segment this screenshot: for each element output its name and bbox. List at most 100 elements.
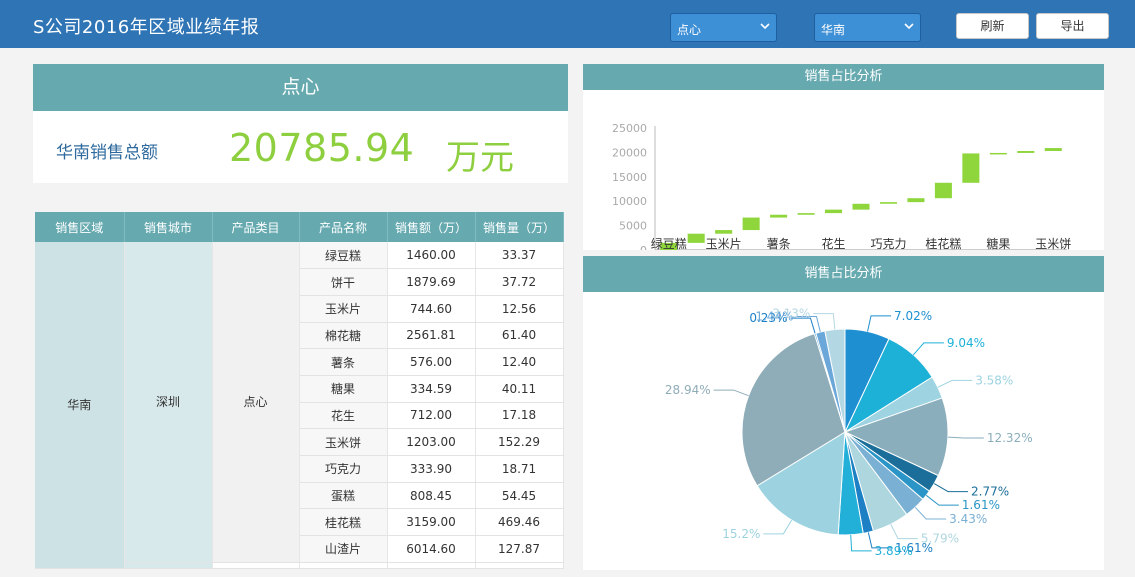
pie-leader-line [933,483,969,493]
summary-label: 华南销售总额 [56,143,158,163]
cell-quantity: 469.46 [475,508,564,537]
cell-product: 绿豆糕 [299,242,388,270]
cell-region: 华南 [35,242,125,569]
x-tick-label: 绿豆糕 [651,236,687,250]
x-tick-label: 巧克力 [870,237,906,250]
waterfall-bar [770,214,788,218]
y-tick-label: 25000 [612,122,647,135]
waterfall-bar [687,233,705,243]
waterfall-chart-title: 销售占比分析 [583,64,1104,90]
pie-slice-label: 9.04% [947,336,985,350]
pie-slice-label: 2.77% [971,485,1009,499]
export-button[interactable]: 导出 [1036,13,1109,39]
cell-quantity: 12.56 [475,295,564,323]
pie-slice-label: 3.13% [772,307,810,321]
cell-sales: 1879.69 [387,268,476,296]
pie-slice-label: 1.61% [962,498,1000,512]
region-select[interactable]: 华南 [814,13,921,42]
x-tick-label: 玉米饼 [1035,237,1071,250]
cell-quantity: 127.87 [475,535,564,563]
x-tick-label: 桂花糕 [925,236,961,250]
waterfall-bar [962,153,980,183]
pie-slice-label: 15.2% [722,527,760,541]
cell-product: 巧克力 [299,455,388,483]
cell-product: 棉花糖 [299,322,388,350]
table-body: 华南 深圳 点心 绿豆糕 1460.00 33.37 饼干 1879.69 37.72 玉米片 74… [35,242,564,569]
table-cell-empty [475,562,564,569]
cell-sales: 1460.00 [387,242,476,270]
waterfall-bar [742,217,760,231]
cell-quantity: 152.29 [475,428,564,456]
pie-slice-label: 3.43% [949,512,987,526]
summary-category-title: 点心 [33,64,568,111]
cell-category: 点心 [212,242,300,563]
pie-leader-line [912,342,944,356]
refresh-button[interactable]: 刷新 [956,13,1029,39]
y-tick-label: 5000 [619,220,647,233]
pie-slice-label: 12.32% [987,431,1033,445]
cell-sales: 744.60 [387,295,476,323]
cell-quantity: 37.72 [475,268,564,296]
waterfall-bar [1044,148,1062,151]
pie-leader-line [850,534,872,552]
waterfall-bar [934,182,952,199]
col-header-city: 销售城市 [124,212,213,242]
y-tick-label: 20000 [612,146,647,159]
pie-leader-line [937,379,973,388]
summary-card: 点心 华南销售总额 20785.94 万元 [33,64,568,183]
pie-slice-label: 3.58% [975,373,1013,387]
table-header-row: 销售区域 销售城市 产品类目 产品名称 销售额（万） 销售量（万） [35,212,564,242]
waterfall-bar [879,202,897,204]
cell-product: 糖果 [299,375,388,403]
cell-product: 饼干 [299,268,388,296]
cell-product: 蛋糕 [299,482,388,510]
waterfall-bar [1017,150,1035,153]
waterfall-bar [825,209,843,214]
waterfall-bar [989,152,1007,155]
col-header-sales: 销售额（万） [387,212,476,242]
pie-leader-line [947,436,984,439]
pie-leader-line [813,313,836,330]
top-bar: S公司2016年区域业绩年报 点心 华南 刷新 导出 [0,0,1135,48]
cell-quantity: 33.37 [475,242,564,270]
col-header-product: 产品名称 [299,212,388,242]
cell-sales: 3159.00 [387,508,476,537]
cell-product: 花生 [299,402,388,430]
waterfall-bar [715,230,733,234]
summary-unit: 万元 [446,138,514,178]
pie-slice-label: 7.02% [894,309,932,323]
pie-leader-line [890,524,918,540]
waterfall-chart: 0 5000 10000 15000 20000 25000 绿豆糕 玉米片 薯条 花生 巧克力 桂花… [612,122,1071,257]
waterfall-bar [797,213,815,215]
cell-sales: 2561.81 [387,322,476,350]
cell-product: 玉米片 [299,295,388,323]
table-cell-empty [299,562,388,569]
pie-leader-line [763,519,793,535]
cell-sales: 576.00 [387,348,476,376]
category-select[interactable]: 点心 [670,13,777,42]
waterfall-bar [852,203,870,210]
table-cell-empty [124,562,213,569]
col-header-region: 销售区域 [35,212,125,242]
pie-chart: 7.02%9.04%3.58%12.32%2.77%1.61%3.43%5.79… [665,307,1033,558]
cell-quantity: 54.45 [475,482,564,510]
cell-quantity: 12.40 [475,348,564,376]
x-tick-label: 薯条 [767,237,791,250]
waterfall-chart-panel: 销售占比分析 0 5000 10000 15000 20000 25000 绿豆糕 玉米片 薯条… [583,64,1104,257]
cell-sales: 712.00 [387,402,476,430]
table-row: 华南 深圳 点心 绿豆糕 1460.00 33.37 [35,242,564,569]
summary-value: 20785.94 [229,126,415,170]
table-cell-empty [212,562,300,569]
pie-leader-line [925,494,959,506]
region-select-value: 华南 [821,23,846,37]
category-select-value: 点心 [677,23,702,37]
x-tick-label: 玉米片 [706,237,742,250]
waterfall-bar [907,198,925,203]
cell-quantity: 61.40 [475,322,564,350]
table-cell-empty [387,562,476,569]
pie-chart-title: 销售占比分析 [583,256,1104,292]
pie-leader-line [867,315,892,332]
cell-product: 薯条 [299,348,388,376]
chevron-down-icon [760,23,770,30]
chevron-down-icon [904,23,914,30]
